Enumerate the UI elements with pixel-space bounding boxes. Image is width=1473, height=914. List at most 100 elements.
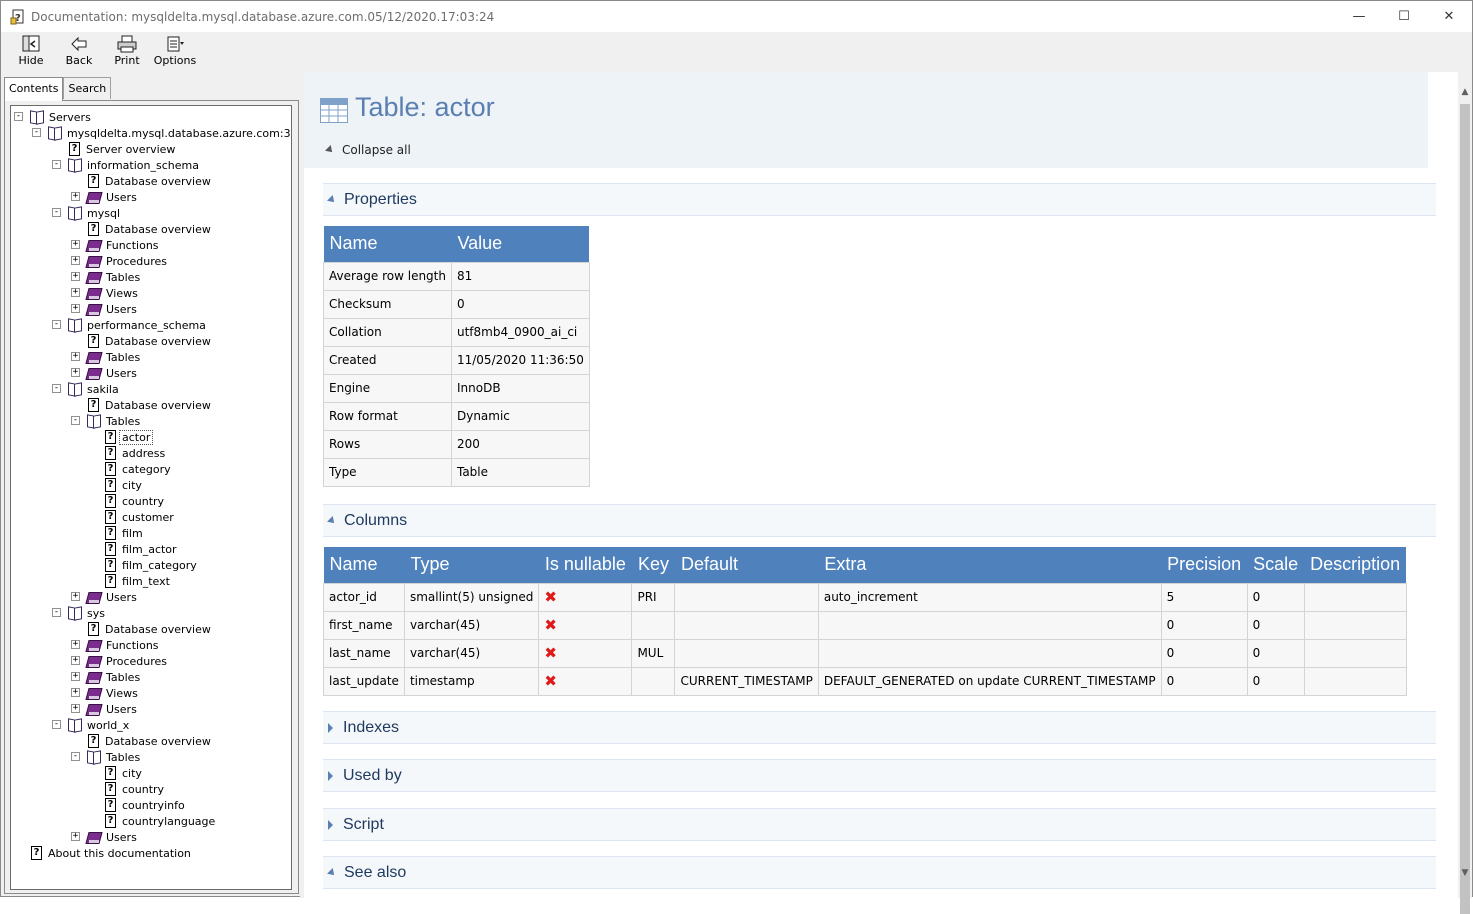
tree-tables[interactable]: Tables [86,349,142,365]
options-button[interactable]: Options [151,32,199,72]
expand-toggle[interactable]: + [71,288,80,297]
close-button[interactable]: ✕ [1426,1,1472,32]
expand-toggle[interactable]: + [71,304,80,313]
tree-table-address[interactable]: ? address [105,445,167,461]
tree-procedures[interactable]: Procedures [86,253,169,269]
expand-toggle[interactable]: + [71,688,80,697]
expand-toggle[interactable]: + [71,240,80,249]
tree-table-film[interactable]: ? film [105,525,145,541]
help-page-icon: ? [88,222,99,236]
tree-users[interactable]: Users [86,365,139,381]
tree-tables[interactable]: Tables [86,413,142,429]
tree-db-performance-schema[interactable]: performance_schema [67,317,208,333]
tree-tables[interactable]: Tables [86,269,142,285]
tree-db-world-x[interactable]: world_x [67,717,131,733]
section-indexes[interactable]: Indexes [323,711,1436,744]
tree-table-category[interactable]: ? category [105,461,173,477]
scroll-down-arrow[interactable]: ▼ [1458,865,1472,882]
collapse-toggle[interactable]: - [52,608,61,617]
section-see-also[interactable]: See also [323,856,1436,889]
expand-toggle[interactable]: + [71,368,80,377]
expand-toggle[interactable]: + [71,352,80,361]
tree-servers[interactable]: Servers [29,109,93,125]
tree-table-city[interactable]: ? city [105,477,144,493]
tree-users[interactable]: Users [86,829,139,845]
section-columns[interactable]: Columns [323,504,1436,537]
scroll-up-arrow[interactable]: ▲ [1458,84,1472,101]
table-cell: 0 [1160,610,1248,640]
expand-toggle[interactable]: + [71,832,80,841]
tree-views[interactable]: Views [86,285,140,301]
expand-toggle[interactable]: + [71,656,80,665]
table-cell [674,638,819,668]
tree-functions[interactable]: Functions [86,637,161,653]
tree-users[interactable]: Users [86,301,139,317]
hide-button[interactable]: Hide [7,32,55,72]
expand-toggle[interactable]: + [71,592,80,601]
tab-contents[interactable]: Contents [4,77,64,101]
tree-table-film-category[interactable]: ? film_category [105,557,199,573]
minimize-button[interactable]: — [1336,1,1382,32]
tree-database-overview[interactable]: ? Database overview [88,397,213,413]
table-cell: Type [323,457,452,487]
scroll-thumb[interactable] [1460,104,1470,914]
closed-book-icon [86,270,101,284]
tree-table-country[interactable]: ? country [105,493,166,509]
tree-about[interactable]: ? About this documentation [31,845,193,861]
tree-database-overview[interactable]: ? Database overview [88,221,213,237]
tree-tables[interactable]: Tables [86,669,142,685]
print-button[interactable]: Print [103,32,151,72]
collapse-toggle[interactable]: - [52,208,61,217]
tree-db-sys[interactable]: sys [67,605,107,621]
contents-tree[interactable]: - Servers - mysqldelta.mysql.database.azure… [10,105,292,890]
tree-table-actor[interactable]: ? actor [105,429,154,445]
expand-toggle[interactable]: + [71,672,80,681]
collapse-toggle[interactable]: - [52,720,61,729]
section-script[interactable]: Script [323,808,1436,841]
vertical-scrollbar[interactable]: ▲ ▼ [1458,72,1472,914]
tab-search[interactable]: Search [63,77,112,99]
collapse-all-link[interactable]: Collapse all [325,143,411,157]
tree-table-countrylanguage[interactable]: ? countrylanguage [105,813,217,829]
tree-functions[interactable]: Functions [86,237,161,253]
tree-database-overview[interactable]: ? Database overview [88,333,213,349]
tree-views[interactable]: Views [86,685,140,701]
tree-table-city[interactable]: ? city [105,765,144,781]
tree-users[interactable]: Users [86,589,139,605]
help-page-icon: ? [105,478,116,492]
tree-table-film-actor[interactable]: ? film_actor [105,541,179,557]
collapse-toggle[interactable]: - [52,384,61,393]
maximize-button[interactable]: ☐ [1381,1,1427,32]
collapse-toggle[interactable]: - [32,128,41,137]
collapse-toggle[interactable]: - [52,160,61,169]
tree-database-overview[interactable]: ? Database overview [88,173,213,189]
expand-toggle[interactable]: + [71,192,80,201]
tree-db-information-schema[interactable]: information_schema [67,157,201,173]
tree-db-sakila[interactable]: sakila [67,381,121,397]
tree-table-country[interactable]: ? country [105,781,166,797]
section-used-by[interactable]: Used by [323,759,1436,792]
collapse-toggle[interactable]: - [71,416,80,425]
tree-tables[interactable]: Tables [86,749,142,765]
tree-table-film-text[interactable]: ? film_text [105,573,172,589]
collapse-toggle[interactable]: - [52,320,61,329]
back-button[interactable]: Back [55,32,103,72]
expand-toggle[interactable]: + [71,704,80,713]
tree-database-overview[interactable]: ? Database overview [88,621,213,637]
help-page-icon: ? [31,846,42,860]
expand-toggle[interactable]: + [71,272,80,281]
expand-toggle[interactable]: + [71,640,80,649]
collapse-toggle[interactable]: - [14,112,23,121]
tree-table-countryinfo[interactable]: ? countryinfo [105,797,187,813]
collapse-toggle[interactable]: - [71,752,80,761]
tree-server-overview[interactable]: ? Server overview [69,141,177,157]
tree-users[interactable]: Users [86,189,139,205]
tree-table-customer[interactable]: ? customer [105,509,176,525]
tree-procedures[interactable]: Procedures [86,653,169,669]
tree-database-overview[interactable]: ? Database overview [88,733,213,749]
tree-users[interactable]: Users [86,701,139,717]
tree-server[interactable]: mysqldelta.mysql.database.azure.com:3306 [47,125,291,141]
section-properties[interactable]: Properties [323,183,1436,216]
expand-toggle[interactable]: + [71,256,80,265]
tree-db-mysql[interactable]: mysql [67,205,122,221]
